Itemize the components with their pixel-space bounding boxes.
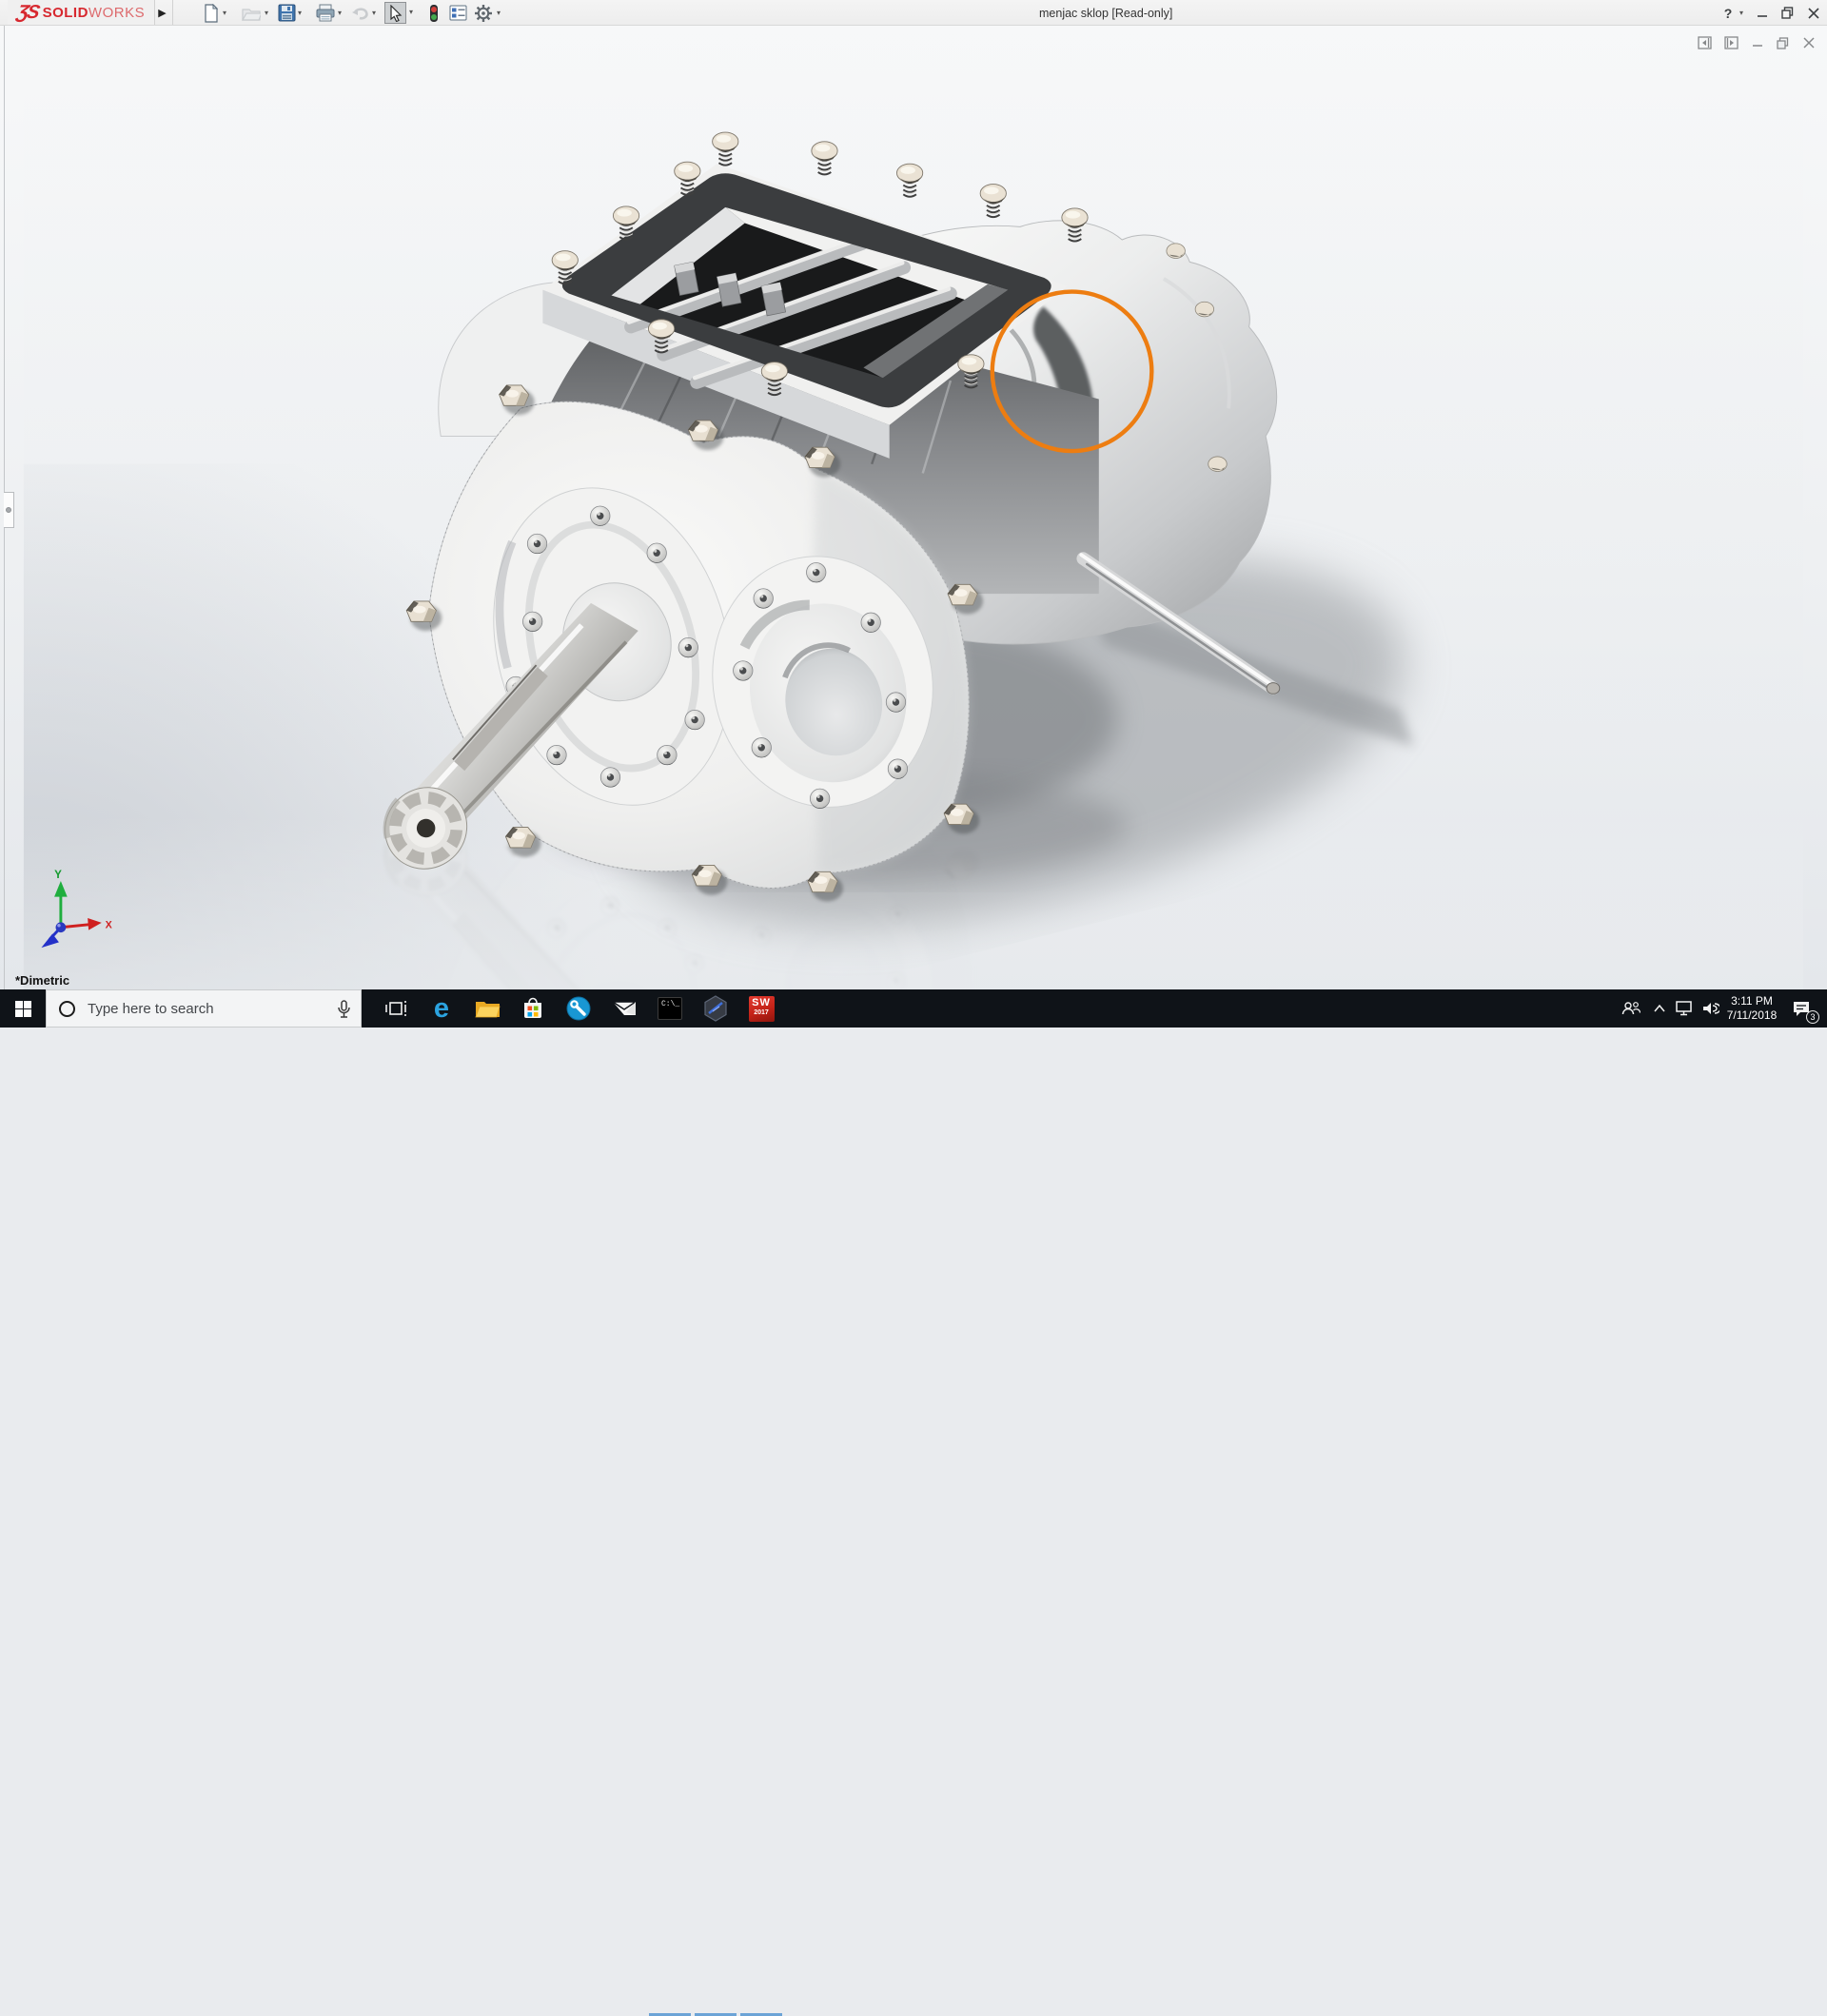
list-report-icon: [449, 5, 467, 21]
select-cursor-icon: [389, 4, 402, 22]
print-dropdown-caret[interactable]: ▾: [338, 9, 342, 17]
file-explorer-button[interactable]: [464, 989, 510, 1028]
search-placeholder: Type here to search: [88, 1000, 214, 1017]
close-icon: [1808, 7, 1819, 19]
edge-button[interactable]: e: [419, 989, 464, 1028]
pane-right-button[interactable]: [1720, 33, 1741, 52]
tray-time: 3:11 PM: [1731, 994, 1773, 1008]
volume-icon: [1703, 1003, 1719, 1014]
new-dropdown-caret[interactable]: ▾: [223, 9, 226, 17]
hexagon-app-icon: [704, 995, 727, 1022]
gear-icon: [474, 4, 492, 22]
mail-button[interactable]: [601, 989, 647, 1028]
cortana-icon: [59, 1000, 75, 1017]
chevron-up-icon: [1654, 1005, 1665, 1012]
microphone-icon[interactable]: [337, 1000, 351, 1019]
tray-expand-button[interactable]: [1648, 989, 1671, 1028]
list-report-button[interactable]: [447, 2, 469, 24]
open-dropdown-caret[interactable]: ▾: [265, 9, 268, 17]
pane-left-icon: [1697, 36, 1712, 49]
undo-button[interactable]: [349, 2, 371, 24]
solidworks-logo: ƷS SOLID WORKS: [8, 0, 156, 25]
solidworks-taskbar-button[interactable]: SW 2017: [738, 989, 784, 1028]
doc-close-icon: [1803, 37, 1815, 49]
model-canvas: Y X: [23, 26, 1804, 989]
doc-restore-button[interactable]: [1772, 33, 1793, 52]
doc-minimize-icon: [1753, 45, 1762, 47]
hexagon-app-button[interactable]: [693, 989, 738, 1028]
command-prompt-button[interactable]: C:\_: [647, 989, 693, 1028]
wrench-circle-icon: [566, 996, 591, 1021]
network-button[interactable]: [1671, 989, 1698, 1028]
traffic-light-button[interactable]: [422, 2, 444, 24]
save-button[interactable]: [276, 2, 298, 24]
minimize-icon: [1758, 14, 1767, 17]
doc-minimize-button[interactable]: [1747, 33, 1768, 52]
toolbar-flyout-arrow-icon[interactable]: ▶: [152, 0, 173, 25]
windows-taskbar: Type here to search e C:\_ SW 2017 3:11 …: [0, 989, 1827, 2016]
select-tool-button[interactable]: [384, 2, 406, 24]
restore-icon: [1780, 7, 1793, 19]
file-explorer-icon: [474, 1002, 501, 1018]
store-icon: [524, 997, 541, 1018]
triad-y-label: Y: [54, 869, 62, 881]
command-prompt-icon: C:\_: [658, 997, 682, 1020]
pane-left-button[interactable]: [1694, 33, 1715, 52]
wrench-tool-button[interactable]: [556, 989, 601, 1028]
feature-panel-handle[interactable]: [4, 492, 14, 528]
minimize-button[interactable]: [1751, 4, 1774, 22]
tray-date: 7/11/2018: [1726, 1008, 1778, 1022]
windows-logo-icon: [14, 1000, 31, 1017]
triad-x-label: X: [106, 920, 113, 931]
people-button[interactable]: [1618, 989, 1644, 1028]
people-icon: [1621, 1002, 1640, 1015]
solidworks-2017-icon: SW 2017: [748, 995, 775, 1022]
close-button[interactable]: [1802, 4, 1825, 22]
network-icon: [1676, 1001, 1692, 1016]
mail-icon: [612, 1001, 637, 1015]
doc-restore-icon: [1776, 36, 1788, 49]
taskbar-search[interactable]: Type here to search: [46, 989, 362, 1028]
restore-button[interactable]: [1776, 4, 1798, 22]
graphics-viewport[interactable]: Y X *Dimetric: [0, 26, 1827, 989]
document-title: menjac sklop [Read-only]: [1039, 7, 1173, 20]
print-button[interactable]: [314, 2, 336, 24]
solidworks-window: ƷS SOLID WORKS ▶ ▾ ▾ ▾ ▾ ▾ ▾ ▾ menjac sk…: [0, 0, 1827, 2016]
help-dropdown-caret[interactable]: ▾: [1739, 9, 1743, 17]
panel-handle-dot: [6, 507, 11, 513]
pane-right-icon: [1723, 36, 1739, 49]
brand-works: WORKS: [88, 4, 146, 21]
ds-logo-mark: ƷS: [14, 1, 41, 23]
edge-icon: e: [433, 993, 450, 1024]
help-button[interactable]: ?: [1717, 4, 1739, 22]
brand-solid: SOLID: [42, 4, 88, 21]
view-orientation-label: *Dimetric: [15, 973, 70, 988]
notification-badge: 3: [1806, 1010, 1819, 1024]
task-view-button[interactable]: [373, 989, 419, 1028]
options-dropdown-caret[interactable]: ▾: [497, 9, 501, 17]
save-dropdown-caret[interactable]: ▾: [298, 9, 302, 17]
undo-dropdown-caret[interactable]: ▾: [372, 9, 376, 17]
task-view-icon: [385, 1001, 406, 1016]
store-button[interactable]: [510, 989, 556, 1028]
open-button[interactable]: [240, 2, 262, 24]
new-document-button[interactable]: [200, 2, 222, 24]
options-button[interactable]: [472, 2, 494, 24]
title-bar: ƷS SOLID WORKS ▶ ▾ ▾ ▾ ▾ ▾ ▾ ▾ menjac sk…: [0, 0, 1827, 26]
doc-close-button[interactable]: [1798, 33, 1819, 52]
select-dropdown-caret[interactable]: ▾: [409, 8, 413, 16]
start-button[interactable]: [0, 989, 46, 1028]
tray-clock[interactable]: 3:11 PM 7/11/2018: [1719, 994, 1785, 1023]
